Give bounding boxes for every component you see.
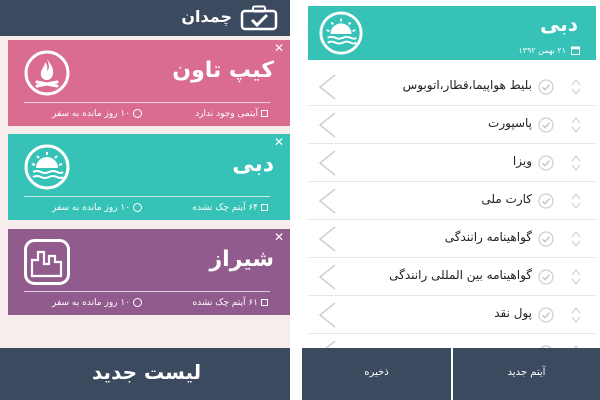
chevron-left-icon[interactable]: [316, 111, 338, 139]
chevron-left-icon[interactable]: [316, 339, 338, 348]
check-circle-icon[interactable]: [538, 193, 554, 209]
checklist-item-label: کارت ملی: [481, 192, 532, 206]
checklist-item-label: پاسپورت: [488, 116, 532, 130]
checklist-item[interactable]: گواهینامه رانندگی: [308, 220, 596, 258]
save-button[interactable]: ذخیره: [302, 348, 451, 400]
days-remaining: ۱۰ روز مانده به سفر: [52, 109, 143, 119]
checklist-item[interactable]: [308, 334, 596, 348]
trip-city: شیراز: [209, 247, 274, 272]
card-divider: [24, 291, 270, 292]
items-status: آیتمی وجود ندارد: [195, 109, 268, 119]
new-list-label: لیست جدید: [92, 360, 202, 384]
chevron-left-icon[interactable]: [316, 187, 338, 215]
days-remaining-text: ۱۰ روز مانده به سفر: [52, 203, 131, 213]
chevron-left-icon[interactable]: [316, 225, 338, 253]
sun-over-sea-icon: [319, 11, 363, 55]
close-icon[interactable]: ✕: [274, 41, 284, 55]
bottom-action-bar: ذخیره آیتم جدید: [302, 348, 600, 400]
checklist-item-label: گواهینامه بین المللی رانندگی: [389, 268, 532, 282]
trip-city: دبی: [232, 152, 274, 177]
days-remaining-text: ۱۰ روز مانده به سفر: [52, 109, 131, 119]
check-circle-icon[interactable]: [538, 231, 554, 247]
checklist-item[interactable]: پاسپورت: [308, 106, 596, 144]
items-status: ۶۱ آیتم چک نشده: [192, 298, 268, 308]
reorder-handle-icon[interactable]: [570, 192, 582, 210]
chevron-left-icon[interactable]: [316, 73, 338, 101]
trip-date: ۲۱ بهمن ۱۳۹۲: [518, 46, 567, 55]
checklist-item-label: بلیط هواپیما،قطار،اتوبوس: [402, 78, 532, 92]
clock-icon: [133, 298, 143, 307]
check-circle-icon[interactable]: [538, 307, 554, 323]
check-circle-icon[interactable]: [538, 269, 554, 285]
close-icon[interactable]: ✕: [274, 135, 284, 149]
reorder-handle-icon[interactable]: [570, 116, 582, 134]
reorder-handle-icon[interactable]: [570, 306, 582, 324]
suitcase-icon: [240, 5, 278, 31]
items-status-text: ۶۴ آیتم چک نشده: [192, 203, 258, 213]
chevron-left-icon[interactable]: [316, 301, 338, 329]
checklist-item[interactable]: پول نقد: [308, 296, 596, 334]
reorder-handle-icon[interactable]: [570, 154, 582, 172]
card-divider: [24, 196, 270, 197]
chevron-left-icon[interactable]: [316, 263, 338, 291]
check-circle-icon[interactable]: [538, 155, 554, 171]
trip-card-cape-town[interactable]: ✕ کیپ تاون آیتمی وجود ندارد ۱۰ روز مانده…: [8, 40, 290, 126]
trip-card-shiraz[interactable]: ✕ شیراز ۶۱ آیتم چک نشده ۱۰ روز مانده به …: [8, 229, 290, 315]
card-divider: [24, 102, 270, 103]
days-remaining-text: ۱۰ روز مانده به سفر: [52, 298, 131, 308]
add-item-label: آیتم جدید: [507, 367, 546, 378]
close-icon[interactable]: ✕: [274, 230, 284, 244]
clock-icon: [133, 109, 143, 118]
sun-over-sea-icon: [24, 144, 70, 190]
checkbox-icon: [261, 299, 268, 306]
check-circle-icon[interactable]: [538, 117, 554, 133]
reorder-handle-icon[interactable]: [570, 268, 582, 286]
trip-city: کیپ تاون: [172, 58, 274, 83]
trip-header: دبی ۲۱ بهمن ۱۳۹۲: [308, 6, 596, 60]
checklist: بلیط هواپیما،قطار،اتوبوس پاسپورت ویزا کارت …: [308, 68, 596, 348]
add-item-button[interactable]: آیتم جدید: [453, 348, 600, 400]
items-status: ۶۴ آیتم چک نشده: [192, 203, 268, 213]
checklist-screen: دبی ۲۱ بهمن ۱۳۹۲ بلیط هواپیما،قطار،اتوبو…: [302, 0, 600, 400]
reorder-handle-icon[interactable]: [570, 230, 582, 248]
clock-icon: [133, 203, 143, 212]
trip-city-title: دبی: [539, 12, 578, 36]
checkbox-icon: [261, 204, 268, 211]
city-skyline-icon: [24, 239, 70, 285]
items-status-text: ۶۱ آیتم چک نشده: [192, 298, 258, 308]
trip-card-dubai[interactable]: ✕ دبی ۶۴ آیتم چک نشده ۱۰ روز مانده به سف…: [8, 134, 290, 220]
trips-screen: چمدان ✕ کیپ تاون آیتمی وجود ندارد ۱۰ روز…: [0, 0, 290, 400]
reorder-handle-icon[interactable]: [570, 78, 582, 96]
items-status-text: آیتمی وجود ندارد: [195, 109, 258, 119]
app-title: چمدان: [181, 7, 232, 26]
days-remaining: ۱۰ روز مانده به سفر: [52, 203, 143, 213]
days-remaining: ۱۰ روز مانده به سفر: [52, 298, 143, 308]
check-circle-icon[interactable]: [538, 79, 554, 95]
checklist-item-label: پول نقد: [494, 306, 532, 320]
save-label: ذخیره: [364, 367, 389, 378]
checklist-item-label: گواهینامه رانندگی: [444, 230, 532, 244]
checklist-item-label: ویزا: [512, 154, 532, 168]
calendar-icon: [571, 46, 580, 55]
checklist-item[interactable]: ویزا: [308, 144, 596, 182]
chevron-left-icon[interactable]: [316, 149, 338, 177]
checklist-item[interactable]: کارت ملی: [308, 182, 596, 220]
app-header: چمدان: [0, 0, 290, 36]
checklist-item[interactable]: بلیط هواپیما،قطار،اتوبوس: [308, 68, 596, 106]
campfire-icon: [24, 50, 70, 96]
checklist-item[interactable]: گواهینامه بین المللی رانندگی: [308, 258, 596, 296]
new-list-button[interactable]: لیست جدید: [0, 348, 290, 400]
checkbox-icon: [261, 110, 268, 117]
